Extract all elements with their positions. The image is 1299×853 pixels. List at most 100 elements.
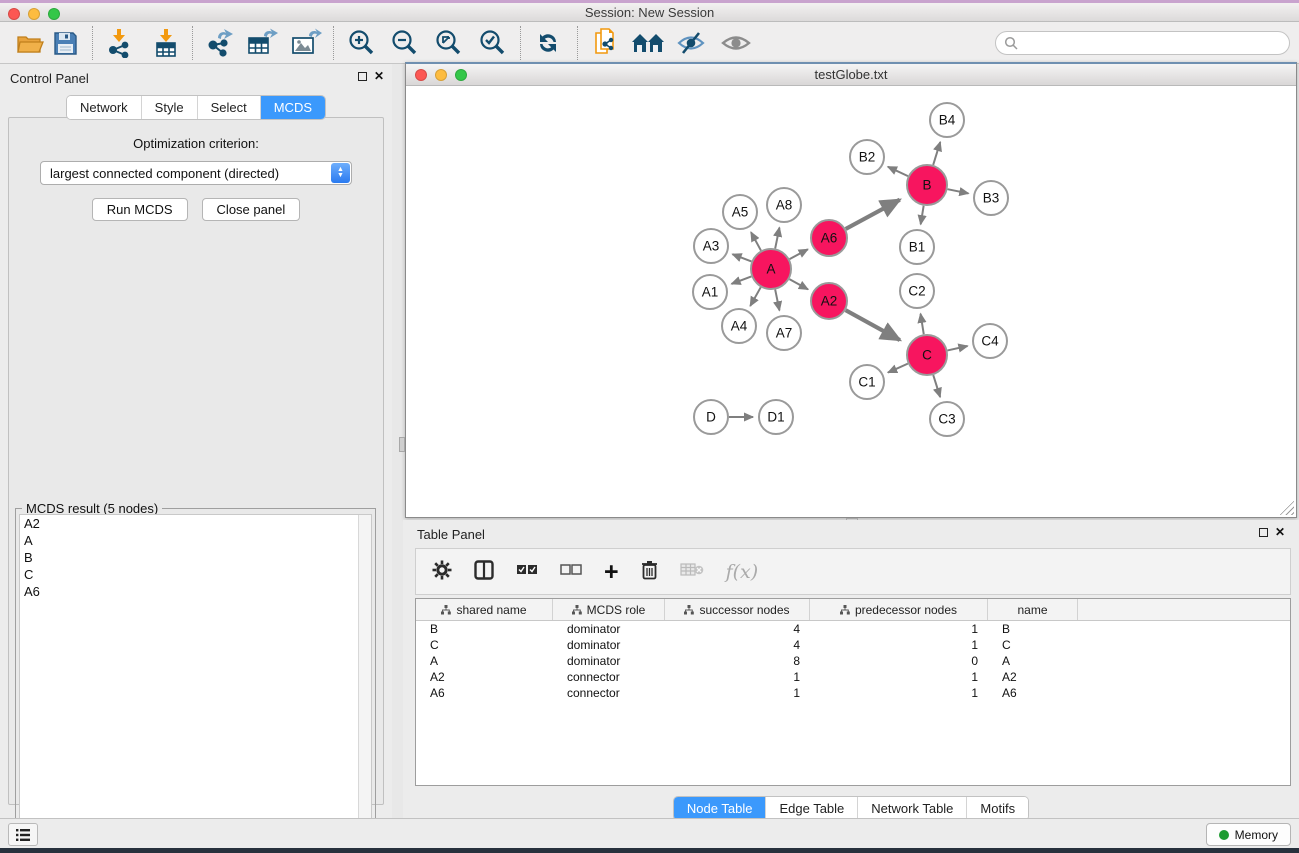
unselect-all-columns-button[interactable] <box>560 563 582 580</box>
table-cell[interactable]: A2 <box>988 669 1078 685</box>
network-node-A3[interactable]: A3 <box>694 229 728 263</box>
show-panels-list-button[interactable] <box>8 823 38 846</box>
table-cell[interactable]: 1 <box>810 669 988 685</box>
add-column-button[interactable]: + <box>604 563 619 581</box>
column-header-successor-nodes[interactable]: successor nodes <box>665 599 810 620</box>
function-builder-button[interactable]: f(x) <box>726 561 759 583</box>
table-cell[interactable]: 1 <box>810 637 988 653</box>
zoom-selected-button[interactable] <box>478 27 506 59</box>
table-row[interactable]: Adominator80A <box>416 653 1290 669</box>
network-node-C[interactable]: C <box>907 335 947 375</box>
hide-graphics-details-button[interactable] <box>676 27 706 59</box>
column-header-shared-name[interactable]: shared name <box>416 599 553 620</box>
tab-node-table[interactable]: Node Table <box>674 797 767 820</box>
network-node-A7[interactable]: A7 <box>767 316 801 350</box>
graph-edge-A-A8[interactable] <box>775 228 779 249</box>
table-cell[interactable]: dominator <box>553 653 665 669</box>
tab-edge-table[interactable]: Edge Table <box>766 797 858 820</box>
graph-edge-A-A3[interactable] <box>732 254 751 261</box>
graph-edge-C-C4[interactable] <box>947 346 967 350</box>
graph-edge-A-A7[interactable] <box>775 290 779 311</box>
network-node-A8[interactable]: A8 <box>767 188 801 222</box>
mcds-result-item[interactable]: B <box>20 549 371 566</box>
network-node-B3[interactable]: B3 <box>974 181 1008 215</box>
network-node-A1[interactable]: A1 <box>693 275 727 309</box>
tab-network[interactable]: Network <box>67 96 142 119</box>
network-node-C3[interactable]: C3 <box>930 402 964 436</box>
graph-edge-A-A5[interactable] <box>751 232 761 250</box>
search-field[interactable] <box>995 31 1290 55</box>
select-all-columns-button[interactable] <box>516 563 538 580</box>
network-from-file-button[interactable] <box>592 27 624 59</box>
table-cell[interactable]: A2 <box>416 669 553 685</box>
table-cell[interactable]: C <box>988 637 1078 653</box>
table-cell[interactable]: A <box>416 653 553 669</box>
graph-edge-A-A2[interactable] <box>789 279 808 289</box>
show-columns-button[interactable] <box>474 560 494 583</box>
table-cell[interactable]: 8 <box>665 653 810 669</box>
result-scrollbar[interactable] <box>358 515 371 846</box>
tab-motifs[interactable]: Motifs <box>967 797 1028 820</box>
tab-network-table[interactable]: Network Table <box>858 797 967 820</box>
column-header-name[interactable]: name <box>988 599 1078 620</box>
import-network-button[interactable] <box>105 27 133 59</box>
table-cell[interactable]: dominator <box>553 621 665 637</box>
graph-edge-A2-C[interactable] <box>846 310 900 340</box>
criterion-dropdown[interactable]: largest connected component (directed) ▲… <box>40 161 352 185</box>
network-node-A2[interactable]: A2 <box>811 283 847 319</box>
float-panel-icon[interactable] <box>358 72 367 81</box>
network-node-A[interactable]: A <box>751 249 791 289</box>
delete-table-button[interactable] <box>680 562 704 581</box>
network-node-A5[interactable]: A5 <box>723 195 757 229</box>
graph-edge-C-C2[interactable] <box>921 314 924 335</box>
table-cell[interactable]: A <box>988 653 1078 669</box>
graph-edge-B-B4[interactable] <box>933 142 940 165</box>
graph-edge-B-B3[interactable] <box>948 189 969 193</box>
table-cell[interactable]: 4 <box>665 637 810 653</box>
graph-edge-C-C3[interactable] <box>933 375 940 397</box>
table-cell[interactable]: 1 <box>665 685 810 701</box>
table-cell[interactable]: dominator <box>553 637 665 653</box>
close-panel-button[interactable]: Close panel <box>202 198 301 221</box>
tab-select[interactable]: Select <box>198 96 261 119</box>
network-node-D1[interactable]: D1 <box>759 400 793 434</box>
table-cell[interactable]: A6 <box>416 685 553 701</box>
network-node-B4[interactable]: B4 <box>930 103 964 137</box>
network-node-B[interactable]: B <box>907 165 947 205</box>
table-row[interactable]: A2connector11A2 <box>416 669 1290 685</box>
column-header-predecessor-nodes[interactable]: predecessor nodes <box>810 599 988 620</box>
delete-columns-button[interactable] <box>641 560 658 583</box>
table-cell[interactable]: C <box>416 637 553 653</box>
table-cell[interactable]: 4 <box>665 621 810 637</box>
network-node-B2[interactable]: B2 <box>850 140 884 174</box>
mcds-result-item[interactable]: A <box>20 532 371 549</box>
graph-edge-B-B2[interactable] <box>888 167 908 176</box>
mcds-result-list[interactable]: A2ABCA6 <box>19 514 372 847</box>
network-node-A6[interactable]: A6 <box>811 220 847 256</box>
zoom-out-button[interactable] <box>390 27 418 59</box>
network-node-C4[interactable]: C4 <box>973 324 1007 358</box>
table-row[interactable]: Cdominator41C <box>416 637 1290 653</box>
zoom-in-button[interactable] <box>347 27 375 59</box>
table-row[interactable]: A6connector11A6 <box>416 685 1290 701</box>
column-header-MCDS-role[interactable]: MCDS role <box>553 599 665 620</box>
export-table-button[interactable] <box>246 27 278 59</box>
node-table[interactable]: shared nameMCDS rolesuccessor nodesprede… <box>415 598 1291 786</box>
table-cell[interactable]: 0 <box>810 653 988 669</box>
table-cell[interactable]: 1 <box>810 685 988 701</box>
network-window-titlebar[interactable]: testGlobe.txt <box>406 64 1296 86</box>
vertical-scroll-thumb[interactable] <box>399 437 405 452</box>
export-network-button[interactable] <box>204 27 234 59</box>
table-cell[interactable]: A6 <box>988 685 1078 701</box>
graph-edge-A-A1[interactable] <box>732 276 752 283</box>
network-node-C1[interactable]: C1 <box>850 365 884 399</box>
export-image-button[interactable] <box>290 27 322 59</box>
table-cell[interactable]: connector <box>553 669 665 685</box>
table-cell[interactable]: B <box>988 621 1078 637</box>
network-canvas[interactable]: B4B2BB3A8A5A6A3B1AC2A1A2A4A7C4CC1DD1C3 <box>406 86 1296 517</box>
close-table-panel-icon[interactable]: ✕ <box>1275 527 1285 537</box>
network-node-A4[interactable]: A4 <box>722 309 756 343</box>
network-node-D[interactable]: D <box>694 400 728 434</box>
network-node-C2[interactable]: C2 <box>900 274 934 308</box>
graph-edge-C-C1[interactable] <box>888 364 908 373</box>
